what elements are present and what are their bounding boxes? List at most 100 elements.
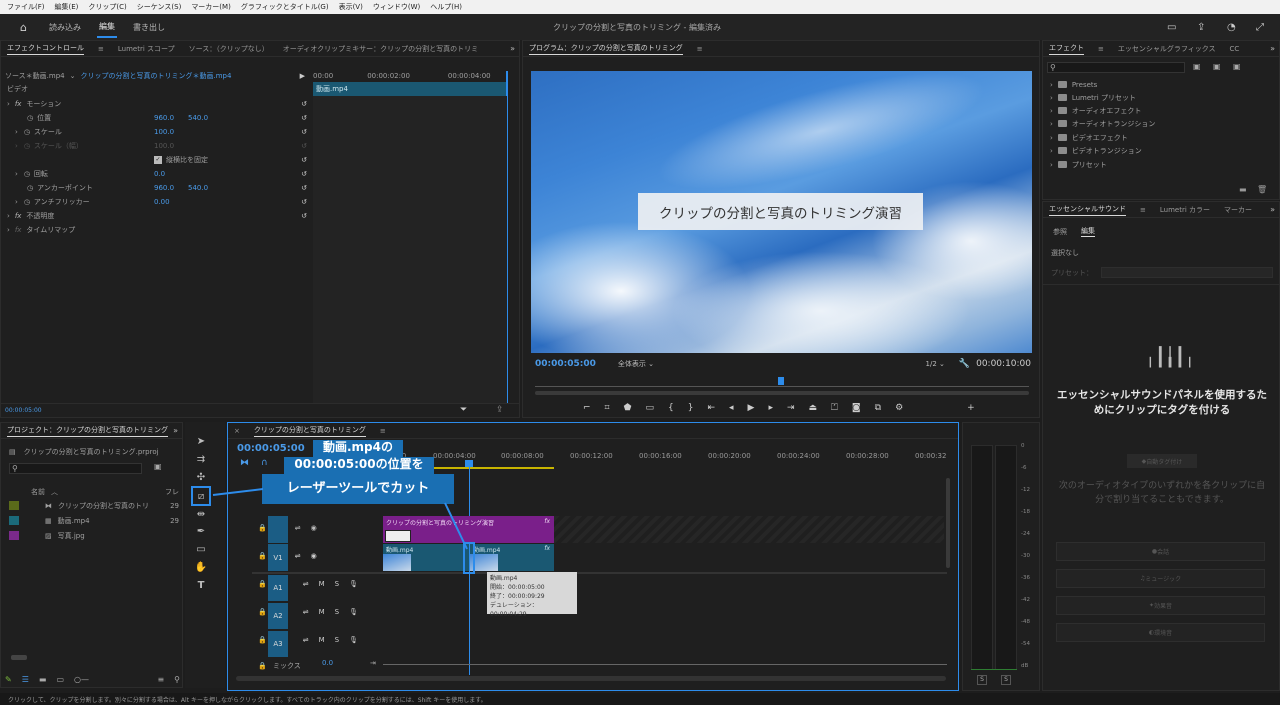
fullscreen-icon[interactable]: ⤢	[1256, 22, 1264, 33]
sequence-clip-label[interactable]: クリップの分割と写真のトリミング＊動画.mp4	[80, 71, 231, 81]
tab-edit[interactable]: 編集	[96, 17, 117, 38]
panel-menu-icon[interactable]: ≡	[1098, 45, 1104, 53]
panel-menu-icon[interactable]: ≡	[1140, 206, 1146, 214]
ambience-button[interactable]: ◐ 環境音	[1056, 623, 1265, 642]
timeline-title[interactable]: クリップの分割と写真のトリミング	[253, 425, 366, 437]
more-tabs-icon[interactable]: »	[1270, 44, 1275, 53]
solo-button[interactable]: S	[335, 636, 339, 644]
camera-icon[interactable]: ◙	[852, 403, 861, 413]
settings-icon[interactable]: ⚙	[895, 403, 903, 413]
ripple-edit-tool-icon[interactable]: ✣	[191, 470, 211, 484]
accelerated-effects-icon[interactable]: ▣	[1193, 62, 1201, 71]
mic-icon[interactable]: 🎙	[349, 608, 358, 616]
param-value-x[interactable]: 960.0	[154, 114, 174, 122]
timeline-timecode[interactable]: 00:00:05:00	[237, 443, 305, 454]
panel-menu-icon[interactable]: ≡	[697, 45, 703, 53]
expand-chevron-icon[interactable]: ›	[15, 128, 18, 136]
mute-button[interactable]: M	[319, 636, 325, 644]
effects-item-audio-effects[interactable]: › オーディオエフェクト	[1050, 104, 1141, 117]
snap-icon[interactable]: ∩	[261, 458, 268, 468]
sync-lock-icon[interactable]: ⇌	[303, 636, 309, 644]
menu-marker[interactable]: マーカー(M)	[186, 2, 236, 12]
param-value[interactable]: 100.0	[154, 128, 174, 136]
add-marker-icon[interactable]: ⬟	[624, 403, 632, 413]
project-title[interactable]: プロジェクト：クリップの分割と写真のトリミング	[7, 425, 168, 437]
track-select-tool-icon[interactable]: ⇉	[191, 452, 211, 466]
stopwatch-icon[interactable]: ◷	[24, 142, 30, 150]
menu-file[interactable]: ファイル(F)	[2, 2, 50, 12]
dialogue-button[interactable]: ● 会話	[1056, 542, 1265, 561]
program-viewer[interactable]: クリップの分割と写真のトリミング演習	[531, 71, 1032, 353]
list-item[interactable]: ⧓ クリップの分割と写真のトリ 29	[9, 499, 179, 512]
panel-menu-icon[interactable]: ≡	[380, 427, 386, 435]
quick-export-icon[interactable]: ▭	[1167, 22, 1176, 33]
new-bin-icon[interactable]: ▬	[1239, 185, 1247, 194]
sync-lock-icon[interactable]: ⇌	[303, 580, 309, 588]
go-to-in-icon[interactable]: {	[668, 403, 674, 413]
tab-essential-sound[interactable]: エッセンシャルサウンド	[1049, 204, 1126, 216]
quality-dropdown[interactable]: 1/2 ⌄	[926, 360, 945, 368]
mix-value[interactable]: 0.0	[322, 659, 333, 667]
find-icon[interactable]: ▣	[154, 462, 162, 471]
yuv-effects-icon[interactable]: ▣	[1233, 62, 1241, 71]
reset-icon[interactable]: ↺	[301, 114, 307, 122]
progress-icon[interactable]: ◔	[1227, 22, 1236, 33]
reset-icon[interactable]: ↺	[301, 212, 307, 220]
auto-tag-button[interactable]: ◆ 自動タグ付け	[1127, 454, 1197, 468]
track-a1-label[interactable]: A1	[268, 575, 288, 601]
step-back-icon[interactable]: ◂	[729, 403, 734, 413]
share-icon[interactable]: ⇪	[1197, 22, 1205, 33]
mute-button[interactable]: M	[319, 608, 325, 616]
expand-chevron-icon[interactable]: ›	[7, 100, 10, 108]
extract-icon[interactable]: ⏍	[831, 403, 838, 413]
more-tabs-icon[interactable]: »	[510, 44, 515, 53]
effects-item-lumetri[interactable]: › Lumetri プリセット	[1050, 91, 1136, 104]
step-forward-icon[interactable]: ▸	[768, 403, 773, 413]
track-a3-label[interactable]: A3	[268, 631, 288, 657]
tab-cc[interactable]: CC	[1230, 45, 1240, 53]
tab-marker[interactable]: マーカー	[1224, 205, 1252, 215]
uniform-scale-checkbox[interactable]: ✓	[154, 155, 162, 164]
menu-edit[interactable]: 編集(E)	[50, 2, 84, 12]
chevron-down-icon[interactable]: ⌄	[70, 72, 76, 80]
automate-icon[interactable]: ⚲	[174, 675, 180, 684]
reset-icon[interactable]: ↺	[301, 170, 307, 178]
effects-search[interactable]: ⚲	[1047, 62, 1185, 73]
hand-tool-icon[interactable]: ✋	[191, 560, 211, 574]
filter-icon[interactable]: ⏷	[460, 405, 467, 415]
program-title[interactable]: プログラム：クリップの分割と写真のトリミング	[529, 43, 683, 55]
nest-icon[interactable]: ⧓	[240, 458, 249, 468]
param-value-x[interactable]: 960.0	[154, 184, 174, 192]
compare-icon[interactable]: ⧉	[875, 403, 881, 413]
list-item[interactable]: ▨ 写真.jpg	[9, 529, 179, 542]
menu-sequence[interactable]: シーケンス(S)	[132, 2, 187, 12]
menu-view[interactable]: 表示(V)	[334, 2, 368, 12]
mic-icon[interactable]: 🎙	[349, 580, 358, 588]
effects-item-audio-transitions[interactable]: › オーディオトランジション	[1050, 117, 1155, 130]
zoom-scrollbar[interactable]	[535, 391, 1029, 395]
tab-effects[interactable]: エフェクト	[1049, 43, 1084, 55]
ec-timecode[interactable]: 00:00:05:00	[5, 407, 42, 414]
mute-button[interactable]: M	[319, 580, 325, 588]
mark-in-icon[interactable]: ⌐	[583, 403, 591, 413]
project-scrollbar[interactable]	[11, 655, 27, 660]
tab-lumetri-scope[interactable]: Lumetri スコープ	[118, 44, 175, 54]
col-name[interactable]: 名前	[31, 487, 45, 497]
music-button[interactable]: ♫ ミュージック	[1056, 569, 1265, 588]
tab-export[interactable]: 書き出し	[131, 18, 167, 37]
lock-icon[interactable]: 🔒	[258, 636, 267, 644]
lock-icon[interactable]: 🔒	[258, 662, 267, 670]
param-value-y[interactable]: 540.0	[188, 114, 208, 122]
ec-clip-bar[interactable]: 動画.mp4	[313, 82, 507, 96]
export-frame-icon[interactable]: ⇪	[496, 405, 504, 415]
pencil-icon[interactable]: ✎	[5, 675, 12, 684]
effects-item-video-transitions[interactable]: › ビデオトランジション	[1050, 144, 1142, 157]
col-framerate[interactable]: フレ	[165, 487, 179, 497]
step-back-to-in-icon[interactable]: ⇤	[707, 403, 715, 413]
menu-window[interactable]: ウィンドウ(W)	[368, 2, 425, 12]
subtab-browse[interactable]: 参照	[1053, 227, 1067, 237]
tab-import[interactable]: 読み込み	[47, 18, 83, 37]
stopwatch-icon[interactable]: ◷	[24, 128, 30, 136]
wrench-icon[interactable]: 🔧	[959, 359, 970, 369]
solo-button[interactable]: S	[335, 580, 339, 588]
